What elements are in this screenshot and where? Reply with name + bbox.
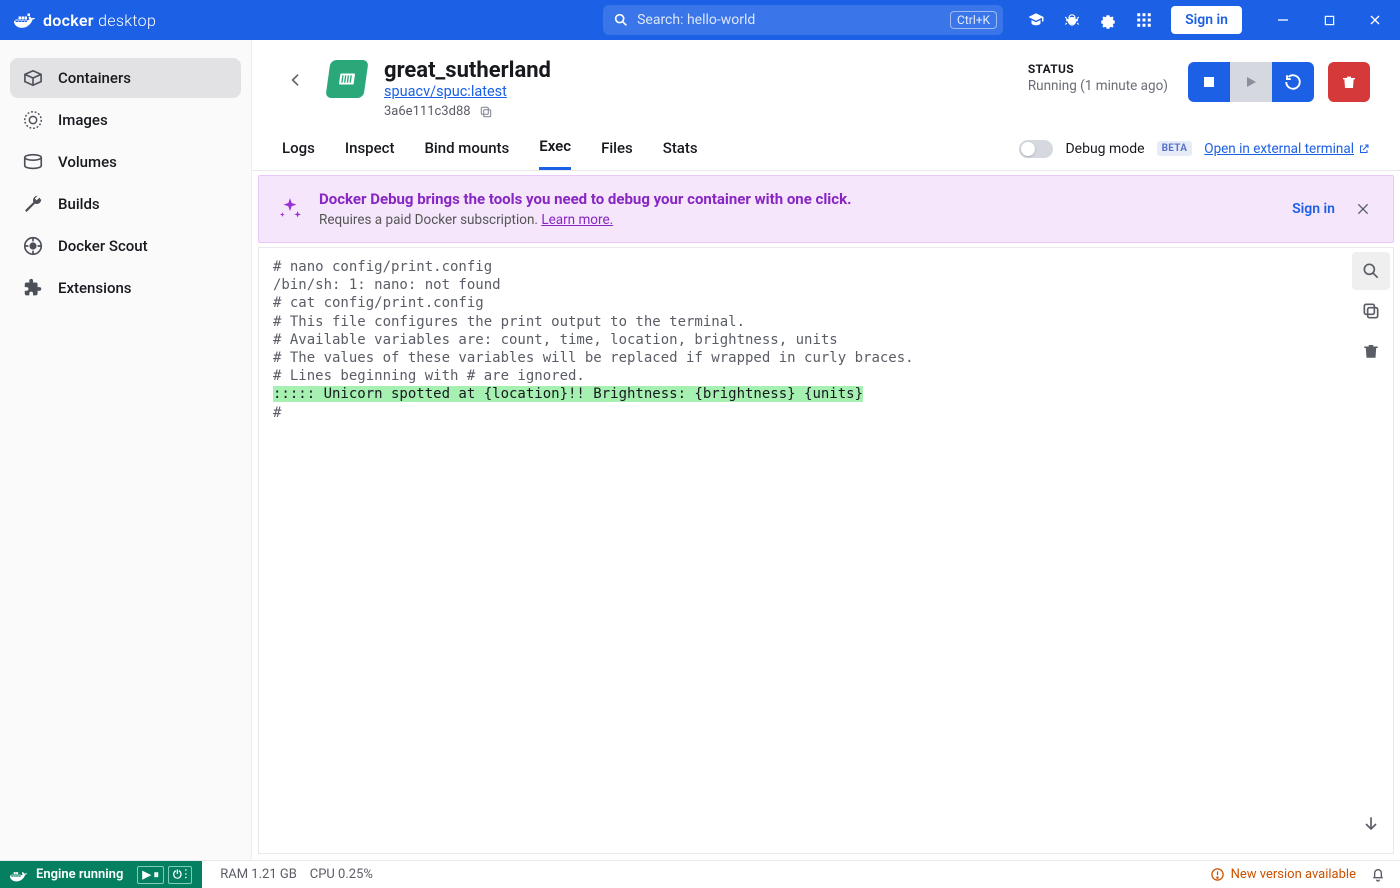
- debug-toggle[interactable]: [1019, 140, 1053, 158]
- search-shortcut: Ctrl+K: [950, 11, 997, 29]
- back-button[interactable]: [282, 66, 310, 94]
- container-tile-icon: [325, 60, 368, 98]
- sidebar-label: Images: [58, 111, 108, 129]
- cpu-usage: CPU 0.25%: [310, 867, 373, 882]
- status-label: STATUS: [1028, 62, 1168, 76]
- terminal-actions: [1349, 248, 1393, 853]
- engine-play-pause[interactable]: ▶ ⏸: [137, 866, 164, 884]
- engine-power[interactable]: ⏻ ⋮: [168, 866, 192, 884]
- stop-button[interactable]: [1188, 62, 1230, 102]
- tab-bindmounts[interactable]: Bind mounts: [424, 139, 509, 169]
- titlebar: docker desktop Search: hello-world Ctrl+…: [0, 0, 1400, 40]
- volumes-icon: [22, 151, 44, 173]
- logo-light: desktop: [98, 11, 156, 30]
- exec-terminal-wrap: # nano config/print.config /bin/sh: 1: n…: [258, 247, 1394, 854]
- learn-icon[interactable]: [1027, 11, 1045, 29]
- sidebar-label: Docker Scout: [58, 237, 148, 255]
- sidebar-label: Extensions: [58, 279, 132, 297]
- statusbar: Engine running ▶ ⏸ ⏻ ⋮ RAM 1.21 GB CPU 0…: [0, 860, 1400, 888]
- whale-icon: [14, 11, 36, 29]
- bug-icon[interactable]: [1063, 11, 1081, 29]
- beta-badge: BETA: [1157, 141, 1193, 156]
- tab-exec[interactable]: Exec: [539, 137, 571, 170]
- debug-label: Debug mode: [1065, 141, 1144, 157]
- engine-label: Engine running: [36, 867, 123, 882]
- exec-terminal[interactable]: # nano config/print.config /bin/sh: 1: n…: [259, 248, 1349, 853]
- ram-usage: RAM 1.21 GB: [220, 867, 297, 882]
- tab-stats[interactable]: Stats: [663, 139, 698, 169]
- container-image-link[interactable]: spuacv/spuc:latest: [384, 83, 507, 100]
- debug-banner: Docker Debug brings the tools you need t…: [258, 175, 1394, 243]
- sparkle-icon: [277, 196, 303, 222]
- app-logo: docker desktop: [14, 11, 156, 30]
- container-hash: 3a6e111c3d88: [384, 104, 471, 119]
- banner-close-icon[interactable]: [1351, 197, 1375, 221]
- gear-icon[interactable]: [1099, 11, 1117, 29]
- copy-hash-icon[interactable]: [479, 105, 493, 119]
- main-content: great_sutherland spuacv/spuc:latest 3a6e…: [252, 40, 1400, 860]
- bell-icon[interactable]: [1370, 867, 1386, 883]
- window-minimize[interactable]: [1260, 0, 1306, 40]
- images-icon: [22, 109, 44, 131]
- container-name: great_sutherland: [384, 58, 551, 83]
- logo-bold: docker: [43, 11, 94, 30]
- terminal-search-icon[interactable]: [1352, 252, 1390, 290]
- titlebar-signin-button[interactable]: Sign in: [1171, 6, 1242, 34]
- update-notice[interactable]: New version available: [1210, 867, 1356, 882]
- restart-button[interactable]: [1272, 62, 1314, 102]
- scout-icon: [22, 235, 44, 257]
- window-maximize[interactable]: [1306, 0, 1352, 40]
- tab-inspect[interactable]: Inspect: [345, 139, 395, 169]
- sidebar-label: Volumes: [58, 153, 117, 171]
- sidebar-label: Containers: [58, 69, 131, 87]
- terminal-clear-icon[interactable]: [1352, 332, 1390, 370]
- search-placeholder: Search: hello-world: [637, 12, 942, 28]
- tab-files[interactable]: Files: [601, 139, 633, 169]
- whale-small-icon: [10, 868, 28, 882]
- banner-sub: Requires a paid Docker subscription.: [319, 212, 541, 228]
- open-external-terminal[interactable]: Open in external terminal: [1204, 141, 1370, 157]
- containers-icon: [22, 67, 44, 89]
- sidebar-item-scout[interactable]: Docker Scout: [10, 226, 241, 266]
- tab-logs[interactable]: Logs: [282, 139, 315, 169]
- search-icon: [613, 12, 629, 28]
- scroll-bottom-icon[interactable]: [1352, 805, 1390, 843]
- titlebar-actions: Sign in: [1011, 6, 1252, 34]
- sidebar-item-builds[interactable]: Builds: [10, 184, 241, 224]
- sidebar-item-containers[interactable]: Containers: [10, 58, 241, 98]
- banner-signin[interactable]: Sign in: [1292, 201, 1335, 217]
- banner-learn-more[interactable]: Learn more.: [541, 212, 613, 228]
- sidebar-label: Builds: [58, 195, 100, 213]
- apps-grid-icon[interactable]: [1135, 11, 1153, 29]
- sidebar-item-images[interactable]: Images: [10, 100, 241, 140]
- banner-title: Docker Debug brings the tools you need t…: [319, 190, 851, 208]
- window-close[interactable]: [1352, 0, 1398, 40]
- builds-icon: [22, 193, 44, 215]
- delete-button[interactable]: [1328, 62, 1370, 102]
- engine-status[interactable]: Engine running ▶ ⏸ ⏻ ⋮: [0, 861, 202, 888]
- status-value: Running (1 minute ago): [1028, 78, 1168, 94]
- sidebar-item-volumes[interactable]: Volumes: [10, 142, 241, 182]
- container-header: great_sutherland spuacv/spuc:latest 3a6e…: [252, 40, 1400, 119]
- start-button: [1230, 62, 1272, 102]
- sidebar-item-extensions[interactable]: Extensions: [10, 268, 241, 308]
- container-tabs: Logs Inspect Bind mounts Exec Files Stat…: [252, 119, 1400, 171]
- container-action-group: [1188, 62, 1314, 102]
- sidebar: Containers Images Volumes Builds Docker …: [0, 40, 252, 860]
- terminal-copy-icon[interactable]: [1352, 292, 1390, 330]
- extensions-icon: [22, 277, 44, 299]
- global-search[interactable]: Search: hello-world Ctrl+K: [603, 5, 1003, 35]
